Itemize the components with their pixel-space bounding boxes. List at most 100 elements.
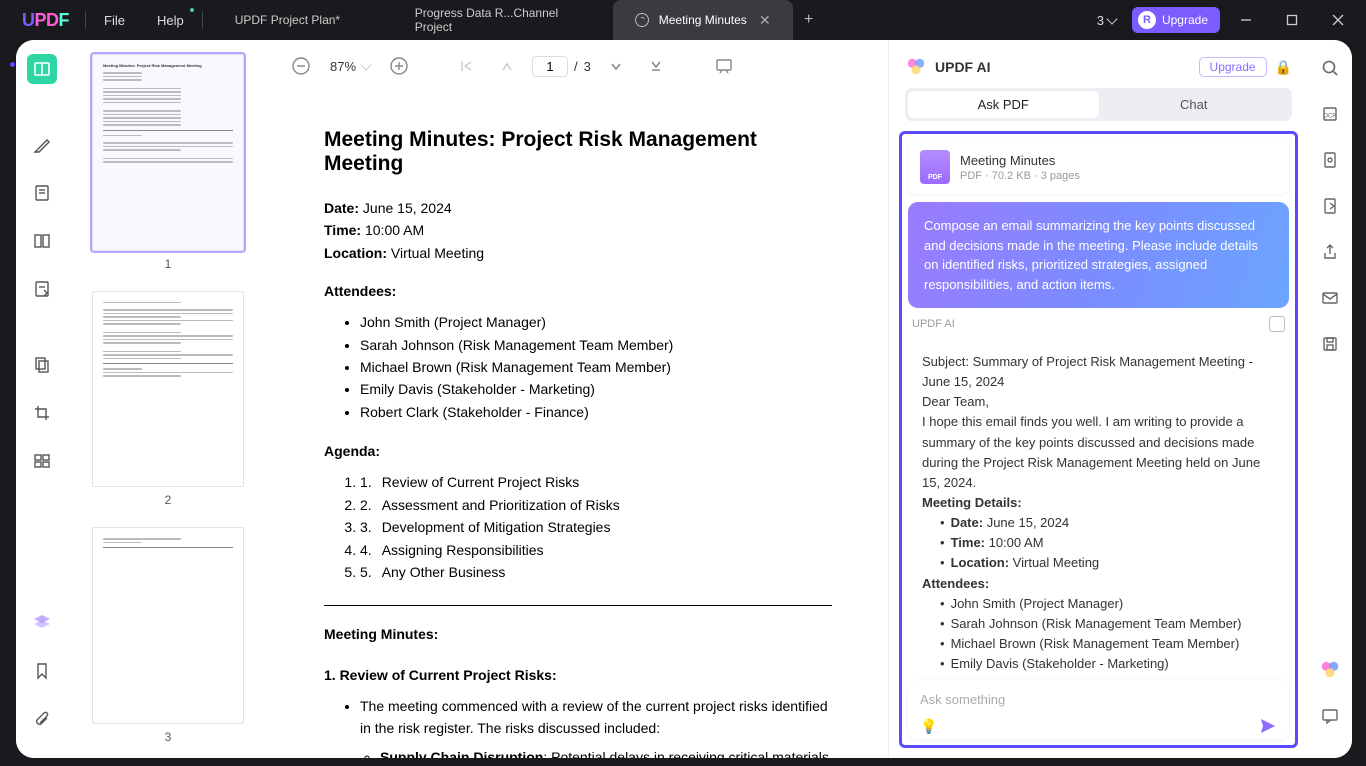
copy-icon[interactable] — [1269, 316, 1285, 332]
agenda-list: 1.Review of Current Project Risks 2.Asse… — [360, 471, 832, 583]
ocr-button[interactable]: OCR — [1318, 102, 1342, 126]
crop-tool[interactable] — [27, 398, 57, 428]
share-button[interactable] — [1318, 240, 1342, 264]
organize-tool[interactable] — [27, 446, 57, 476]
user-prompt-bubble: Compose an email summarizing the key poi… — [908, 202, 1289, 308]
ai-response-bubble: Subject: Summary of Project Risk Managem… — [908, 340, 1289, 672]
lightbulb-icon[interactable]: 💡 — [920, 718, 937, 735]
bookmark-tool[interactable] — [27, 656, 57, 686]
list-item: Michael Brown (Risk Management Team Memb… — [360, 356, 832, 378]
maximize-button[interactable] — [1272, 0, 1312, 40]
highlight-tool[interactable] — [27, 130, 57, 160]
list-item: 3.Development of Mitigation Strategies — [360, 516, 832, 538]
tab-project-plan[interactable]: UPDF Project Plan* — [213, 0, 393, 40]
ask-pdf-tab[interactable]: Ask PDF — [908, 91, 1099, 118]
thumbnail-3[interactable]: 3 — [92, 527, 244, 744]
layers-tool[interactable] — [27, 608, 57, 638]
document-toolbar: 87% / 3 — [268, 40, 888, 92]
chat-tab[interactable]: Chat — [1099, 91, 1290, 118]
thumbnail-number: 3 — [92, 730, 244, 744]
document-scroll[interactable]: Meeting Minutes: Project Risk Management… — [268, 92, 888, 758]
tab-label: Meeting Minutes — [659, 13, 747, 27]
export-button[interactable] — [1318, 194, 1342, 218]
attachment-tool[interactable] — [27, 704, 57, 734]
compress-button[interactable] — [1318, 148, 1342, 172]
tab-label: Progress Data R...Channel Project — [415, 6, 591, 34]
response-text: Dear Team, — [922, 392, 1275, 412]
list-item: Emily Davis (Stakeholder - Marketing) — [940, 654, 1275, 672]
tab-meeting-minutes[interactable]: Meeting Minutes ✕ — [613, 0, 793, 40]
loading-icon — [635, 13, 649, 27]
menu-help-label: Help — [157, 13, 184, 28]
save-button[interactable] — [1318, 332, 1342, 356]
attendees-list: John Smith (Project Manager) Sarah Johns… — [360, 311, 832, 423]
first-page-button[interactable] — [452, 51, 482, 81]
add-tab-button[interactable]: + — [793, 0, 825, 40]
send-button[interactable] — [1259, 717, 1277, 735]
list-item: 5.Any Other Business — [360, 561, 832, 583]
section-body: The meeting commenced with a review of t… — [360, 695, 832, 758]
menu-file[interactable]: File — [88, 0, 141, 40]
list-item: Sarah Johnson (Risk Management Team Memb… — [940, 614, 1275, 634]
list-item: Sarah Johnson (Risk Management Team Memb… — [360, 334, 832, 356]
pdf-file-icon: PDF — [920, 150, 950, 184]
minimize-button[interactable] — [1226, 0, 1266, 40]
list-item: Emily Davis (Stakeholder - Marketing) — [360, 378, 832, 400]
menu-help[interactable]: Help — [141, 0, 200, 40]
redact-tool[interactable] — [27, 350, 57, 380]
thumbnail-1[interactable]: Meeting Minutes: Project Risk Management… — [92, 54, 244, 271]
date-value: June 15, 2024 — [359, 200, 452, 216]
viewport-indicator-icon — [10, 62, 15, 67]
section-heading: 1. Review of Current Project Risks: — [324, 665, 832, 685]
file-meta: Meeting Minutes PDF · 70.2 KB · 3 pages — [960, 153, 1080, 182]
thumbnail-image — [92, 291, 244, 488]
lock-icon[interactable]: 🔒 — [1275, 59, 1292, 76]
response-source-label: UPDF AI — [912, 318, 955, 330]
ai-upgrade-button[interactable]: Upgrade — [1199, 57, 1267, 77]
form-tool[interactable] — [27, 274, 57, 304]
file-name: Meeting Minutes — [960, 153, 1080, 168]
tab-count-dropdown[interactable]: 3 — [1087, 9, 1126, 32]
user-avatar-icon: R — [1138, 11, 1156, 29]
list-item: 2.Assessment and Prioritization of Risks — [360, 494, 832, 516]
thumbnail-number: 1 — [92, 257, 244, 271]
presentation-button[interactable] — [709, 51, 739, 81]
current-page-input[interactable] — [532, 56, 568, 77]
comment-button[interactable] — [1318, 704, 1342, 728]
response-text: Attendees: — [922, 574, 1275, 594]
ai-title: UPDF AI — [935, 59, 1191, 75]
updf-ai-logo-icon — [905, 56, 927, 78]
document-tabs: UPDF Project Plan* Progress Data R...Cha… — [213, 0, 1087, 40]
close-tab-icon[interactable]: ✕ — [749, 12, 771, 29]
tab-progress-data[interactable]: Progress Data R...Channel Project — [393, 0, 613, 40]
pdf-page: Meeting Minutes: Project Risk Management… — [298, 100, 858, 758]
chevron-down-icon — [360, 59, 371, 70]
last-page-button[interactable] — [641, 51, 671, 81]
zoom-out-button[interactable] — [286, 51, 316, 81]
email-button[interactable] — [1318, 286, 1342, 310]
edit-text-tool[interactable] — [27, 178, 57, 208]
upgrade-button[interactable]: RUpgrade — [1132, 7, 1220, 33]
thumbnail-image: Meeting Minutes: Project Risk Management… — [92, 54, 244, 251]
zoom-level-dropdown[interactable]: 87% — [326, 59, 374, 74]
attendees-label: Attendees: — [324, 283, 396, 299]
page-layout-tool[interactable] — [27, 226, 57, 256]
next-page-button[interactable] — [601, 51, 631, 81]
time-label: Time: — [324, 222, 361, 238]
ai-toggle-button[interactable] — [1318, 658, 1342, 682]
search-button[interactable] — [1318, 56, 1342, 80]
ai-file-card[interactable]: PDF Meeting Minutes PDF · 70.2 KB · 3 pa… — [908, 140, 1289, 194]
reader-tool[interactable] — [27, 54, 57, 84]
prev-page-button[interactable] — [492, 51, 522, 81]
location-value: Virtual Meeting — [387, 245, 484, 261]
zoom-in-button[interactable] — [384, 51, 414, 81]
document-area: 87% / 3 Meeting Minutes: Project Risk Ma… — [268, 40, 888, 758]
close-window-button[interactable] — [1318, 0, 1358, 40]
left-toolbar — [16, 40, 68, 758]
list-item: The meeting commenced with a review of t… — [360, 695, 832, 758]
list-item: 1.Review of Current Project Risks — [360, 471, 832, 493]
response-list: Date: June 15, 2024 Time: 10:00 AM Locat… — [940, 513, 1275, 573]
thumbnail-2[interactable]: 2 — [92, 291, 244, 508]
ai-prompt-input[interactable] — [920, 688, 1277, 717]
list-item: Time: 10:00 AM — [940, 533, 1275, 553]
